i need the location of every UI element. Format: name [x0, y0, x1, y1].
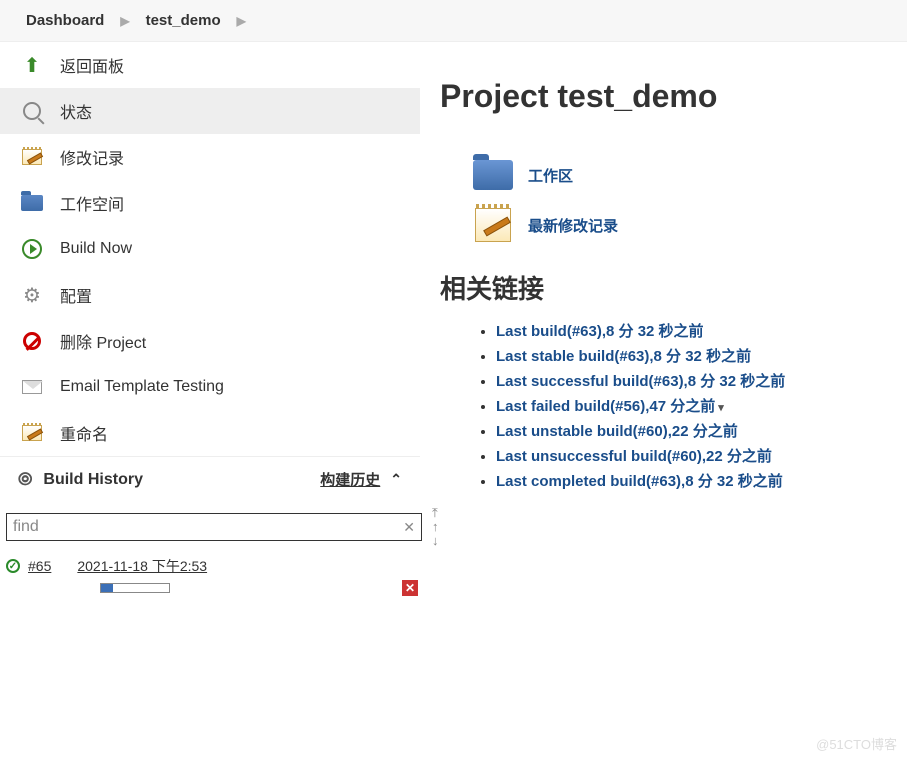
- workspace-link-row: 工作区: [470, 155, 877, 195]
- clear-icon[interactable]: ✕: [403, 519, 415, 536]
- sidebar-item-rename[interactable]: 重命名: [0, 410, 420, 456]
- sidebar-item-label: 删除 Project: [60, 329, 146, 353]
- permalink-last-successful[interactable]: Last successful build(#63),8 分 32 秒之前: [496, 373, 785, 390]
- main-content: Project test_demo 工作区 最新修改记录 相关链接 Last b…: [420, 42, 907, 597]
- sidebar-item-configure[interactable]: ⚙ 配置: [0, 272, 420, 318]
- build-now-icon: [18, 237, 46, 261]
- up-arrow-icon: ⬆: [18, 53, 46, 77]
- build-history-header[interactable]: ⦾ Build History 构建历史 ⌃: [0, 456, 420, 502]
- notepad-icon: [470, 205, 516, 245]
- cancel-build-button[interactable]: ✕: [402, 580, 418, 596]
- folder-icon: [18, 191, 46, 215]
- permalink-last-completed[interactable]: Last completed build(#63),8 分 32 秒之前: [496, 473, 783, 490]
- sidebar-item-delete[interactable]: 删除 Project: [0, 318, 420, 364]
- sidebar-item-label: 状态: [60, 99, 92, 123]
- sidebar-item-label: Build Now: [60, 240, 132, 258]
- chevron-up-icon: ⌃: [390, 471, 402, 488]
- trend-icon: ⦾: [18, 469, 29, 490]
- folder-icon: [470, 155, 516, 195]
- notepad-icon: [18, 421, 46, 445]
- sidebar-item-label: Email Template Testing: [60, 378, 224, 396]
- breadcrumb-project[interactable]: test_demo: [140, 10, 227, 31]
- find-input-wrapper: ✕: [6, 513, 422, 541]
- build-history-subtitle: 构建历史: [320, 469, 380, 490]
- gear-icon: ⚙: [18, 283, 46, 307]
- page-title: Project test_demo: [440, 78, 877, 115]
- sidebar-item-label: 修改记录: [60, 145, 124, 169]
- sidebar-item-changes[interactable]: 修改记录: [0, 134, 420, 180]
- sidebar-item-back[interactable]: ⬆ 返回面板: [0, 42, 420, 88]
- no-entry-icon: [18, 329, 46, 353]
- build-history-title: Build History: [43, 471, 320, 489]
- changes-link[interactable]: 最新修改记录: [528, 215, 618, 236]
- permalink-last-stable[interactable]: Last stable build(#63),8 分 32 秒之前: [496, 348, 751, 365]
- sidebar-item-email-template[interactable]: Email Template Testing: [0, 364, 420, 410]
- build-progress-bar: [100, 583, 170, 593]
- sidebar: ⬆ 返回面板 状态 修改记录 工作空间 Build Now ⚙ 配置 删除 Pr…: [0, 42, 420, 597]
- build-status-icon: ✓: [6, 559, 20, 573]
- permalink-last-unstable[interactable]: Last unstable build(#60),22 分之前: [496, 423, 738, 440]
- sidebar-item-label: 工作空间: [60, 191, 124, 215]
- permalink-last-unsuccessful[interactable]: Last unsuccessful build(#60),22 分之前: [496, 448, 772, 465]
- build-date-link[interactable]: 2021-11-18 下午2:53: [77, 556, 207, 576]
- permalinks-list: Last build(#63),8 分 32 秒之前 Last stable b…: [496, 320, 877, 491]
- permalink-last-failed[interactable]: Last failed build(#56),47 分之前: [496, 398, 724, 415]
- breadcrumb-dashboard[interactable]: Dashboard: [20, 10, 110, 31]
- changes-link-row: 最新修改记录: [470, 205, 877, 245]
- sidebar-item-status[interactable]: 状态: [0, 88, 420, 134]
- mail-icon: [18, 375, 46, 399]
- sidebar-item-label: 重命名: [60, 421, 108, 445]
- search-icon: [18, 99, 46, 123]
- notepad-icon: [18, 145, 46, 169]
- build-number-link[interactable]: #65: [28, 558, 51, 574]
- breadcrumb: Dashboard ▶ test_demo ▶: [0, 0, 907, 42]
- build-row: ✓ #65 2021-11-18 下午2:53: [0, 548, 420, 578]
- permalink-last-build[interactable]: Last build(#63),8 分 32 秒之前: [496, 323, 704, 340]
- find-input[interactable]: [13, 518, 403, 536]
- chevron-right-icon: ▶: [237, 14, 246, 28]
- workspace-link[interactable]: 工作区: [528, 165, 573, 186]
- sidebar-item-label: 返回面板: [60, 53, 124, 77]
- permalinks-heading: 相关链接: [440, 269, 877, 306]
- sidebar-item-label: 配置: [60, 283, 92, 307]
- sidebar-item-workspace[interactable]: 工作空间: [0, 180, 420, 226]
- sidebar-item-build-now[interactable]: Build Now: [0, 226, 420, 272]
- chevron-right-icon: ▶: [120, 14, 129, 28]
- watermark: @51CTO博客: [816, 734, 897, 753]
